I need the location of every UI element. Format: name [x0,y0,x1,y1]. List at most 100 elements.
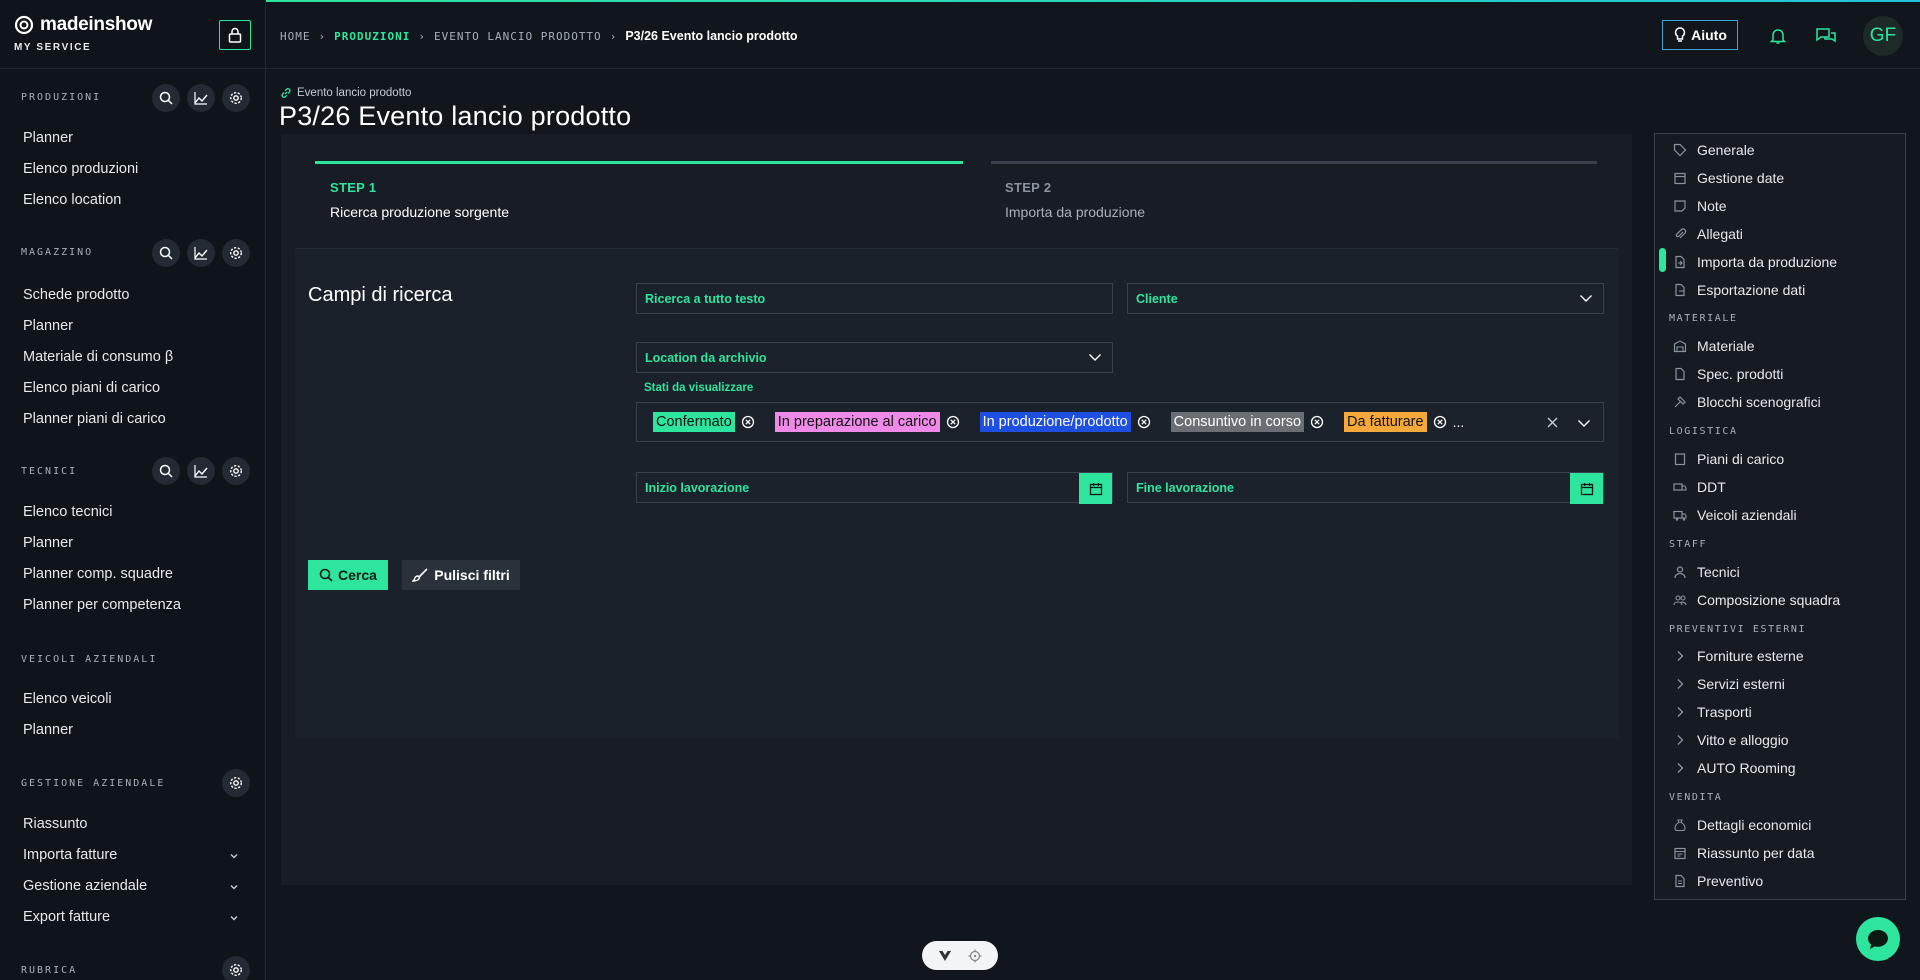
menu-vitto-e-alloggio[interactable]: Vitto e alloggio [1697,732,1789,748]
avatar[interactable]: GF [1863,16,1903,56]
inizio-date-input[interactable]: Inizio lavorazione [636,472,1113,504]
menu-generale[interactable]: Generale [1697,142,1755,158]
sidebar-item-importa-fatture[interactable]: Importa fatture [23,847,117,863]
gear-icon[interactable] [222,769,250,797]
vue-devtools-icon[interactable] [938,950,952,962]
sidebar-item-gestione-aziendale[interactable]: Gestione aziendale [23,878,147,894]
fine-date-input[interactable]: Fine lavorazione [1127,472,1604,504]
calendar-list-icon [1674,847,1686,860]
chat-support-button[interactable] [1856,917,1900,961]
search-icon[interactable] [152,457,180,485]
sidebar-item-elenco-piani-carico[interactable]: Elenco piani di carico [23,380,160,396]
cliente-select[interactable]: Cliente [1127,283,1604,314]
stati-multiselect[interactable]: Confermato In preparazione al carico In … [636,402,1604,442]
menu-servizi-esterni[interactable]: Servizi esterni [1697,676,1785,692]
step1-desc: Ricerca produzione sorgente [330,204,509,220]
close-circle-icon[interactable] [1137,415,1151,429]
sidebar-item-materiale-consumo[interactable]: Materiale di consumo β [23,349,173,365]
sidebar-item-planner[interactable]: Planner [23,722,73,738]
calendar-icon[interactable] [1079,473,1112,504]
chevron-right-icon[interactable] [1673,733,1687,747]
sidebar-item-planner[interactable]: Planner [23,130,73,146]
gear-icon[interactable] [222,239,250,267]
menu-materiale[interactable]: Materiale [1697,338,1755,354]
sidebar-item-export-fatture[interactable]: Export fatture [23,909,110,925]
clear-filters-button[interactable]: Pulisci filtri [402,560,520,590]
breadcrumb-home[interactable]: HOME [280,30,311,43]
sidebar-item-riassunto[interactable]: Riassunto [23,816,87,832]
menu-ddt[interactable]: DDT [1697,479,1726,495]
user-icon [1674,566,1686,579]
close-circle-icon[interactable] [1310,415,1324,429]
menu-head-staff: STAFF [1669,539,1708,550]
menu-trasporti[interactable]: Trasporti [1697,704,1752,720]
breadcrumb-produzioni[interactable]: PRODUZIONI [334,30,410,43]
brand[interactable]: madeinshow MY SERVICE [14,14,152,53]
sidebar-item-planner-comp-squadre[interactable]: Planner comp. squadre [23,566,173,582]
chevron-right-icon[interactable] [1673,649,1687,663]
menu-gestione-date[interactable]: Gestione date [1697,170,1784,186]
tags-more: ... [1452,414,1465,430]
clear-icon[interactable] [1546,416,1559,429]
menu-forniture-esterne[interactable]: Forniture esterne [1697,648,1804,664]
sidebar-item-planner[interactable]: Planner [23,535,73,551]
menu-tecnici[interactable]: Tecnici [1697,564,1740,580]
tag-icon [1673,143,1687,157]
menu-esportazione-dati[interactable]: Esportazione dati [1697,282,1805,298]
chevron-down-icon[interactable] [229,882,239,892]
search-icon[interactable] [152,84,180,112]
chat-icon[interactable] [1814,24,1838,48]
gear-icon[interactable] [222,956,250,980]
chevron-down-icon[interactable] [229,913,239,923]
lock-button[interactable] [219,20,251,50]
sidebar-item-schede-prodotto[interactable]: Schede prodotto [23,287,129,303]
menu-blocchi-scenografici[interactable]: Blocchi scenografici [1697,394,1821,410]
search-button[interactable]: Cerca [308,560,388,590]
help-label: Aiuto [1691,27,1727,43]
search-icon[interactable] [152,239,180,267]
help-button[interactable]: Aiuto [1662,20,1738,50]
step2-label[interactable]: STEP 2 [1005,180,1051,195]
location-select[interactable]: Location da archivio [636,342,1113,373]
menu-allegati[interactable]: Allegati [1697,226,1743,242]
bell-icon[interactable] [1766,24,1790,48]
sidebar-item-elenco-veicoli[interactable]: Elenco veicoli [23,691,112,707]
fulltext-input[interactable]: Ricerca a tutto testo [636,283,1113,314]
chevron-right-icon[interactable] [1673,761,1687,775]
brand-subtitle: MY SERVICE [14,42,92,53]
sidebar-item-elenco-produzioni[interactable]: Elenco produzioni [23,161,138,177]
menu-auto-rooming[interactable]: AUTO Rooming [1697,760,1796,776]
gear-icon[interactable] [222,457,250,485]
chevron-right-icon[interactable] [1673,677,1687,691]
sidebar-item-elenco-location[interactable]: Elenco location [23,192,121,208]
sidebar-item-planner-piani-carico[interactable]: Planner piani di carico [23,411,166,427]
sidebar-item-planner-competenza[interactable]: Planner per competenza [23,597,181,613]
sidebar-item-elenco-tecnici[interactable]: Elenco tecnici [23,504,112,520]
menu-spec-prodotti[interactable]: Spec. prodotti [1697,366,1783,382]
menu-importa-da-produzione[interactable]: Importa da produzione [1697,254,1837,270]
chevron-down-icon[interactable] [1577,418,1591,428]
menu-composizione-squadra[interactable]: Composizione squadra [1697,592,1840,608]
target-icon[interactable] [968,949,982,963]
step1-label[interactable]: STEP 1 [330,180,376,195]
menu-dettagli-economici[interactable]: Dettagli economici [1697,817,1811,833]
sidebar-item-planner[interactable]: Planner [23,318,73,334]
calendar-icon[interactable] [1570,473,1603,504]
close-circle-icon[interactable] [741,415,755,429]
breadcrumb-event[interactable]: EVENTO LANCIO PRODOTTO [434,30,602,43]
chart-icon[interactable] [187,239,215,267]
chevron-down-icon[interactable] [229,851,239,861]
menu-preventivo[interactable]: Preventivo [1697,873,1763,889]
gear-icon[interactable] [222,84,250,112]
chart-icon[interactable] [187,84,215,112]
chart-icon[interactable] [187,457,215,485]
close-circle-icon[interactable] [1433,415,1447,429]
tag-in-preparazione: In preparazione al carico [774,412,940,432]
menu-riassunto-per-data[interactable]: Riassunto per data [1697,845,1815,861]
menu-piani-di-carico[interactable]: Piani di carico [1697,451,1784,467]
menu-note[interactable]: Note [1697,198,1727,214]
close-circle-icon[interactable] [946,415,960,429]
menu-veicoli-aziendali[interactable]: Veicoli aziendali [1697,507,1797,523]
chevron-right-icon[interactable] [1673,705,1687,719]
page-eyebrow[interactable]: Evento lancio prodotto [280,87,411,99]
